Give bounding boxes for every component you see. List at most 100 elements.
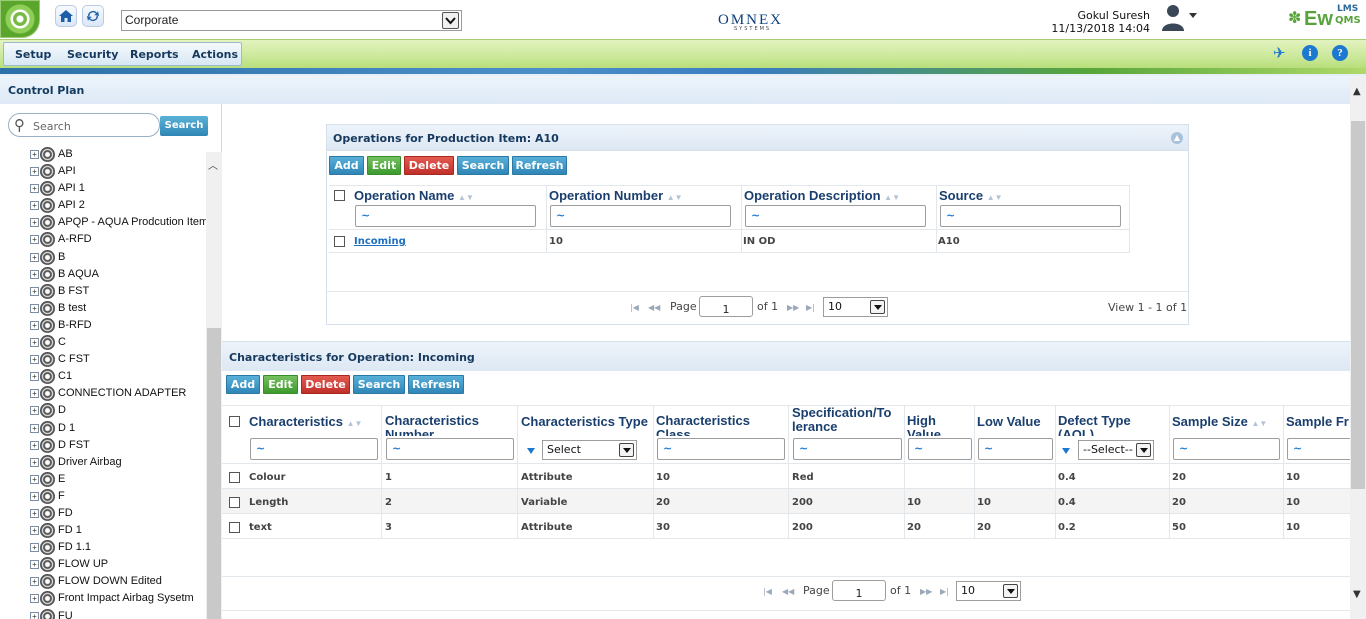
tree-scrollbar[interactable]: ︿ <box>206 152 222 619</box>
expand-icon[interactable]: + <box>30 167 39 177</box>
company-select[interactable]: Corporate <box>121 10 462 31</box>
tree-node[interactable]: + Front Impact Airbag Sysetm <box>28 590 208 607</box>
tree-node-label[interactable]: B FST <box>58 285 89 297</box>
tree-node-label[interactable]: A-RFD <box>58 233 92 245</box>
prev-page-icon[interactable]: ◀◀ <box>782 587 794 596</box>
tree-node-label[interactable]: AB <box>58 148 73 160</box>
tree-node[interactable]: + AB <box>28 146 208 163</box>
chars-select-all-checkbox[interactable] <box>229 416 240 427</box>
ops-row-name-link[interactable]: Incoming <box>354 236 406 247</box>
tree-node[interactable]: + B-RFD <box>28 317 208 334</box>
caret-down-icon[interactable] <box>1189 13 1197 18</box>
tree-node[interactable]: + F <box>28 488 208 505</box>
expand-icon[interactable]: + <box>30 457 39 467</box>
tree-node[interactable]: + C FST <box>28 351 208 368</box>
tree-node[interactable]: + FD 1.1 <box>28 539 208 556</box>
chars-page-input[interactable]: 1 <box>832 580 886 601</box>
tree-node-label[interactable]: API 2 <box>58 199 85 211</box>
expand-icon[interactable]: + <box>30 474 39 484</box>
refresh-icon[interactable] <box>82 5 104 27</box>
ops-col-operation-number[interactable]: Operation Number ▲▼ <box>549 189 739 205</box>
filter-icon[interactable] <box>1062 448 1070 454</box>
ops-page-input[interactable]: 1 <box>699 296 753 317</box>
ops-filter-source[interactable]: ~ <box>940 205 1121 227</box>
menu-actions[interactable]: Actions <box>192 48 238 61</box>
ops-delete-button[interactable]: Delete <box>404 156 454 175</box>
tree-node[interactable]: + Driver Airbag <box>28 454 208 471</box>
next-page-icon[interactable]: ▶▶ <box>787 303 799 312</box>
chars-delete-button[interactable]: Delete <box>301 375 350 394</box>
tree-search-input[interactable]: ⚲ Search <box>8 113 160 137</box>
menu-reports[interactable]: Reports <box>130 48 179 61</box>
collapse-icon[interactable]: ▲ <box>1171 132 1183 144</box>
tree-node[interactable]: + API 2 <box>28 197 208 214</box>
tree-node-label[interactable]: D <box>58 404 66 416</box>
chars-filter-characteristics[interactable]: ~ <box>250 438 378 460</box>
ops-filter-operation-number[interactable]: ~ <box>550 205 731 227</box>
tree-node[interactable]: + B FST <box>28 283 208 300</box>
tree-node[interactable]: + B AQUA <box>28 266 208 283</box>
chars-filter-sample-frequency[interactable]: ~ <box>1287 438 1350 460</box>
next-page-icon[interactable]: ▶▶ <box>920 587 932 596</box>
chars-col-defect-type[interactable]: Defect Type (AQL) <box>1058 414 1168 436</box>
tree-node-label[interactable]: FLOW DOWN Edited <box>58 575 162 587</box>
expand-icon[interactable]: + <box>30 491 39 501</box>
tree-node-label[interactable]: E <box>58 473 65 485</box>
tree-node-label[interactable]: B AQUA <box>58 268 99 280</box>
filter-icon[interactable] <box>527 448 535 454</box>
scroll-down-icon[interactable]: ▼ <box>1353 589 1361 600</box>
expand-icon[interactable]: + <box>30 235 39 245</box>
chars-col-specification[interactable]: Specification/To lerance <box>792 406 904 436</box>
tree-node-label[interactable]: C <box>58 336 66 348</box>
chevron-up-icon[interactable]: ︿ <box>208 157 218 172</box>
chars-filter-class[interactable]: ~ <box>657 438 785 460</box>
expand-icon[interactable]: + <box>30 543 39 553</box>
chars-row-checkbox[interactable] <box>229 497 240 508</box>
chars-filter-low-value[interactable]: ~ <box>978 438 1053 460</box>
tree-node[interactable]: + API 1 <box>28 180 208 197</box>
chars-edit-button[interactable]: Edit <box>263 375 298 394</box>
tree-node-label[interactable]: C FST <box>58 353 90 365</box>
user-avatar-icon[interactable] <box>1160 3 1186 31</box>
tree-node[interactable]: + API <box>28 163 208 180</box>
home-icon[interactable] <box>55 5 77 27</box>
menu-setup[interactable]: Setup <box>15 48 51 61</box>
chars-col-characteristics[interactable]: Characteristics ▲▼ <box>249 415 379 430</box>
tree-node[interactable]: + E <box>28 471 208 488</box>
ops-refresh-button[interactable]: Refresh <box>512 156 567 175</box>
tree-node-label[interactable]: FU <box>58 610 73 619</box>
tree-node[interactable]: + APQP - AQUA Prodcution Item <box>28 214 208 231</box>
expand-icon[interactable]: + <box>30 406 39 416</box>
chars-col-low-value[interactable]: Low Value <box>977 415 1053 430</box>
expand-icon[interactable]: + <box>30 577 39 587</box>
page-scrollbar[interactable]: ▲ ▼ <box>1350 76 1366 619</box>
expand-icon[interactable]: + <box>30 269 39 279</box>
tree-node-label[interactable]: Driver Airbag <box>58 456 122 468</box>
chars-add-button[interactable]: Add <box>226 375 260 394</box>
tree-node-label[interactable]: C1 <box>58 370 72 382</box>
tree-node-label[interactable]: B test <box>58 302 86 314</box>
tree-node-label[interactable]: CONNECTION ADAPTER <box>58 387 186 399</box>
expand-icon[interactable]: + <box>30 338 39 348</box>
tree-node[interactable]: + FD 1 <box>28 522 208 539</box>
tree-node[interactable]: + D <box>28 402 208 419</box>
tree-node-label[interactable]: FD 1.1 <box>58 541 91 553</box>
chars-col-sample-size[interactable]: Sample Size ▲▼ <box>1172 415 1282 430</box>
ops-filter-operation-description[interactable]: ~ <box>745 205 926 227</box>
expand-icon[interactable]: + <box>30 560 39 570</box>
ops-col-source[interactable]: Source ▲▼ <box>939 189 1127 205</box>
tree-scroll-thumb[interactable] <box>207 328 221 619</box>
chars-row-checkbox[interactable] <box>229 522 240 533</box>
expand-icon[interactable]: + <box>30 526 39 536</box>
tree-node[interactable]: + C <box>28 334 208 351</box>
chars-row-checkbox[interactable] <box>229 472 240 483</box>
chars-refresh-button[interactable]: Refresh <box>408 375 464 394</box>
expand-icon[interactable]: + <box>30 252 39 262</box>
tree-search-button[interactable]: Search <box>160 116 208 136</box>
ops-filter-operation-name[interactable]: ~ <box>355 205 536 227</box>
ops-col-operation-description[interactable]: Operation Description ▲▼ <box>744 189 934 205</box>
scroll-thumb[interactable] <box>1351 121 1365 489</box>
expand-icon[interactable]: + <box>30 218 39 228</box>
prev-page-icon[interactable]: ◀◀ <box>648 303 660 312</box>
ops-page-size-select[interactable]: 10 <box>823 297 888 317</box>
